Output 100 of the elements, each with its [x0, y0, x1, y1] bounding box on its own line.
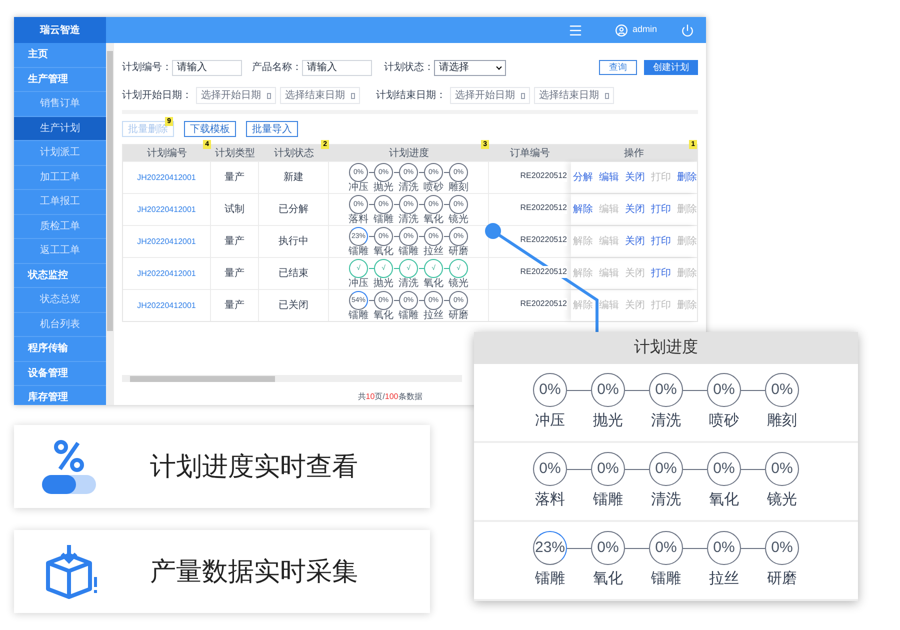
date-placeholder: 选择开始日期	[455, 88, 515, 103]
text-field[interactable]: 请输入	[302, 60, 372, 76]
step-value: 0%	[771, 540, 793, 556]
sidebar-item[interactable]: 生产计划	[14, 116, 106, 141]
form-button[interactable]: 创建计划	[644, 60, 698, 75]
table-cell: 已结束	[259, 258, 329, 289]
table-cell: 执行中	[259, 226, 329, 257]
step-value: 0%	[597, 461, 619, 476]
user-name[interactable]: admin	[632, 23, 657, 37]
step-label: 氧化	[709, 490, 739, 510]
step-label: 冲压	[348, 182, 368, 192]
step-value: 0%	[539, 382, 561, 398]
step-label: 镜光	[448, 214, 468, 224]
step-label: 镭雕	[651, 568, 681, 589]
brand-logo: 瑞云智造	[14, 17, 106, 43]
form-button[interactable]: 查询	[599, 60, 637, 75]
step-value: 0%	[713, 461, 735, 476]
step-label: 抛光	[374, 278, 394, 288]
row-action-link[interactable]: 打印	[651, 266, 671, 281]
step-value: 0%	[713, 540, 735, 556]
batch-button[interactable]: 批量导入	[246, 121, 298, 137]
batch-button[interactable]: 下载模板	[184, 121, 236, 137]
row-action-link[interactable]: 解除	[573, 202, 593, 217]
row-action-link[interactable]: 打印	[651, 234, 671, 249]
step-label: 氧化	[593, 568, 623, 589]
table-cell: 量产	[211, 162, 259, 193]
row-action-link[interactable]: 编辑	[599, 170, 619, 185]
plan-number-link[interactable]: JH20220412001	[123, 162, 211, 193]
date-field[interactable]: 选择结束日期	[534, 87, 614, 104]
step-label: 拉丝	[709, 568, 739, 589]
step-label: 落料	[348, 214, 368, 224]
step-value: 0%	[655, 461, 677, 476]
step-label: 氧化	[374, 310, 394, 320]
date-field[interactable]: 选择开始日期	[450, 87, 530, 104]
date-placeholder: 选择开始日期	[201, 88, 261, 103]
step-label: 清洗	[398, 182, 418, 192]
row-action-link[interactable]: 关闭	[625, 170, 645, 185]
table-cell: 量产	[211, 226, 259, 257]
step-value: 0%	[597, 540, 619, 556]
field-label: 计划开始日期：	[122, 88, 192, 103]
step-label: 雕刻	[448, 182, 468, 192]
date-placeholder: 选择结束日期	[539, 88, 599, 103]
step-label: 喷砂	[709, 410, 739, 431]
calendar-icon	[351, 92, 355, 98]
status-select[interactable]: 请选择	[434, 60, 506, 76]
row-action-link[interactable]: 关闭	[625, 202, 645, 217]
calendar-icon	[521, 92, 525, 98]
row-action-link[interactable]: 删除	[677, 170, 697, 185]
row-action-link[interactable]: 打印	[651, 202, 671, 217]
user-icon[interactable]	[615, 24, 628, 36]
horizontal-scrollbar[interactable]	[122, 375, 462, 382]
step-label: 抛光	[593, 410, 623, 431]
plan-number-link[interactable]: JH20220412001	[123, 226, 211, 257]
step-label: 喷砂	[424, 182, 444, 192]
table-cell: 已分解	[259, 194, 329, 225]
table-cell: 已关闭	[259, 290, 329, 321]
step-label: 清洗	[651, 490, 681, 510]
table-cell: RE20220512	[520, 202, 567, 214]
step-label: 镭雕	[348, 310, 368, 320]
date-placeholder: 选择结束日期	[285, 88, 345, 103]
calendar-icon	[267, 92, 271, 98]
step-value: 0%	[539, 461, 561, 476]
date-field[interactable]: 选择结束日期	[280, 87, 360, 104]
page-summary: 共10页/100条数据	[358, 391, 422, 403]
row-action-link[interactable]: 分解	[573, 170, 593, 185]
column-header: 计划类型	[214, 146, 256, 160]
step-label: 镭雕	[374, 214, 394, 224]
text-field[interactable]: 请输入	[172, 60, 242, 76]
step-label: 氧化	[424, 214, 444, 224]
date-field[interactable]: 选择开始日期	[196, 87, 276, 104]
field-label: 计划编号：	[122, 60, 172, 75]
step-label: 清洗	[398, 278, 418, 288]
table-cell: 量产	[211, 258, 259, 289]
step-value: 0%	[713, 382, 735, 398]
step-label: 研磨	[448, 310, 468, 320]
step-label: 镭雕	[593, 490, 623, 510]
step-label: 研磨	[767, 568, 797, 589]
plan-number-link[interactable]: JH20220412001	[123, 258, 211, 289]
step-label: 雕刻	[767, 410, 797, 431]
power-icon[interactable]	[681, 24, 694, 36]
row-action-link[interactable]: 关闭	[625, 234, 645, 249]
step-label: 落料	[535, 490, 565, 510]
step-label: 冲压	[535, 410, 565, 431]
calendar-icon	[605, 92, 609, 98]
step-label: 镭雕	[535, 568, 565, 589]
vertical-scrollbar[interactable]	[106, 43, 114, 405]
plan-number-link[interactable]: JH20220412001	[123, 194, 211, 225]
step-label: 镭雕	[398, 246, 418, 256]
step-label: 清洗	[398, 214, 418, 224]
menu-icon[interactable]	[568, 22, 584, 38]
plan-number-link[interactable]: JH20220412001	[123, 290, 211, 321]
callout-title: 计划进度	[474, 332, 858, 364]
table-cell: RE20220512	[520, 298, 567, 310]
field-label: 产品名称：	[252, 60, 302, 75]
table-cell: 新建	[259, 162, 329, 193]
step-label: 镜光	[448, 278, 468, 288]
step-label: 镜光	[767, 490, 797, 510]
feature-title: 计划进度实时查看	[150, 450, 358, 483]
step-label: 氧化	[424, 278, 444, 288]
column-header: 订单编号	[509, 146, 551, 160]
